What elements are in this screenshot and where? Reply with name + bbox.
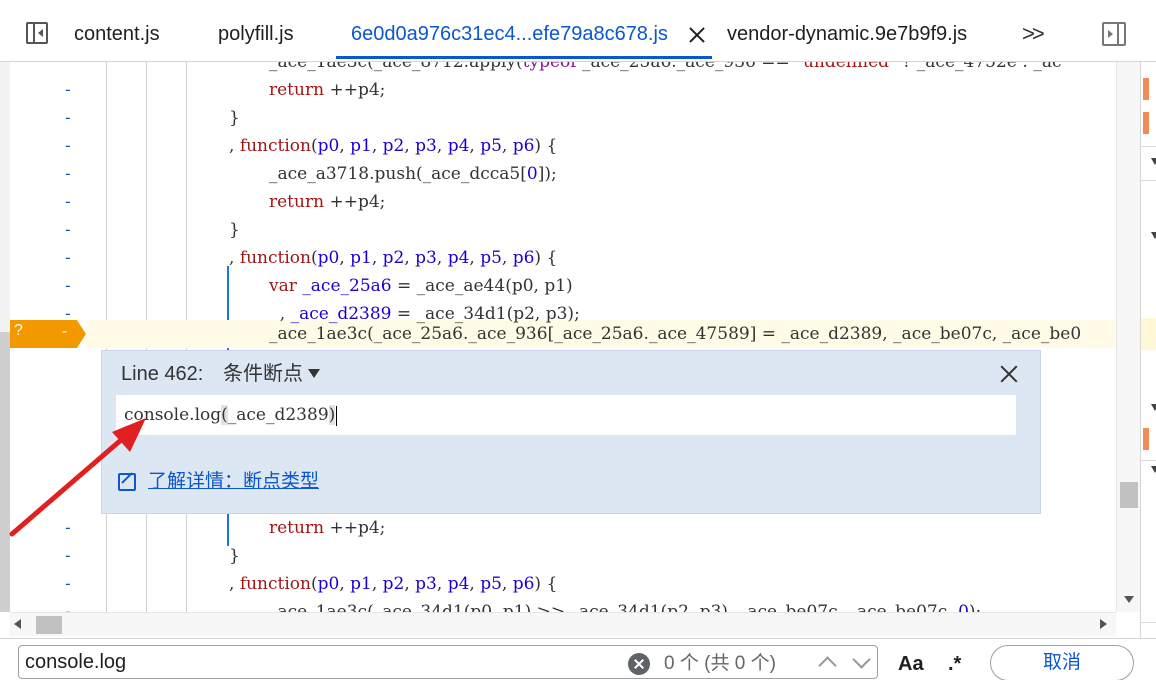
active-tab-indicator [336,56,712,59]
search-bar: 0 个 (共 0 个) Aa .* 取消 [0,638,1156,680]
navigator-toggle-icon[interactable] [26,22,48,44]
breakpoint-type-select[interactable]: 条件断点 [223,361,303,387]
line-gutter-marker[interactable]: - [63,216,73,244]
code-line[interactable]: - return ++p4; [0,76,1116,104]
code-line[interactable]: -} [0,104,1116,132]
expand-arrow-icon[interactable] [1151,466,1156,473]
code-line[interactable]: - , function(p0, p1, p2, p3, p4, p5, p6) … [0,570,1116,598]
line-gutter-marker[interactable]: - [63,160,73,188]
tab-active-bundle-js[interactable]: 6e0d0a976c31ec4...efe79a8c678.js [351,20,668,48]
match-case-toggle[interactable]: Aa [898,650,924,678]
line-gutter-marker[interactable]: - [63,76,73,104]
tab-content-js[interactable]: content.js [74,20,160,48]
breakpoint-condition-input[interactable]: console.log(_ace_d2389) [116,395,1016,435]
cancel-search-button[interactable]: 取消 [990,645,1134,680]
line-gutter-marker[interactable]: - [63,598,73,612]
line-gutter-marker[interactable]: - [63,104,73,132]
more-tabs-icon[interactable]: >> [1022,20,1045,48]
line-gutter-marker[interactable]: - [63,132,73,160]
conditional-breakpoint-marker[interactable]: ? - [10,320,86,348]
debugger-panel-toggle-icon[interactable] [1102,22,1126,46]
code-text: _ace_1ae3c(_ace_8712.apply(typeof _ace_2… [269,62,1062,72]
panel-marker [1143,78,1149,100]
code-text: , function(p0, p1, p2, p3, p4, p5, p6) { [229,136,558,156]
code-text: } [229,220,240,240]
code-text: return ++p4; [269,518,386,538]
code-line[interactable]: _ace_1ae3c(_ace_8712.apply(typeof _ace_2… [0,62,1116,76]
code-text: _ace_1ae3c(_ace_25a6._ace_936[_ace_25a6.… [269,324,1082,344]
code-line[interactable]: - _ace_1ae3c(_ace_34d1(p0, p1) >> _ace_34… [0,598,1116,612]
code-text: _ace_a3718.push(_ace_dcca5[0]); [269,164,557,184]
code-text: var _ace_25a6 = _ace_ae44(p0, p1) [269,276,573,296]
line-gutter-marker[interactable]: - [63,570,73,598]
breakpoint-question-icon: ? [14,322,23,339]
code-text: return ++p4; [269,80,386,100]
vertical-scrollbar[interactable] [1116,62,1140,612]
previous-match-icon[interactable] [814,651,842,677]
breakpoint-editor: Line 462: 条件断点 console.log(_ace_d2389) 了… [101,350,1041,514]
close-tab-icon[interactable] [686,24,708,46]
code-text: _ace_1ae3c(_ace_34d1(p0, p1) >> _ace_34d… [269,602,982,612]
panel-highlight [1141,318,1156,350]
line-gutter-marker[interactable]: - [63,188,73,216]
code-line[interactable]: - return ++p4; [0,188,1116,216]
scroll-right-arrow-icon[interactable] [1100,619,1107,629]
expand-arrow-icon[interactable] [1151,232,1156,239]
clear-search-icon[interactable] [628,653,650,675]
horizontal-scrollbar[interactable] [10,612,1116,636]
scroll-down-arrow-icon[interactable] [1124,596,1134,603]
search-match-count: 0 个 (共 0 个) [664,653,776,674]
code-text: return ++p4; [269,192,386,212]
scroll-left-arrow-icon[interactable] [14,619,21,629]
breakpoint-line-label: Line 462: [121,363,204,385]
line-gutter-marker[interactable]: - [63,244,73,272]
horizontal-scroll-thumb[interactable] [36,616,62,634]
code-text: } [229,546,240,566]
code-text: } [229,108,240,128]
panel-marker [1143,112,1149,134]
code-line[interactable]: - , function(p0, p1, p2, p3, p4, p5, p6) … [0,132,1116,160]
debugger-side-panel [1140,62,1156,638]
tab-polyfill-js[interactable]: polyfill.js [218,20,294,48]
code-line[interactable]: - var _ace_25a6 = _ace_ae44(p0, p1) [0,272,1116,300]
vertical-scroll-thumb[interactable] [1120,482,1138,508]
text-caret [336,405,338,426]
code-line[interactable]: - _ace_a3718.push(_ace_dcca5[0]); [0,160,1116,188]
panel-marker [1143,428,1149,450]
tab-vendor-dynamic-js[interactable]: vendor-dynamic.9e7b9f9.js [727,20,967,48]
code-text: , function(p0, p1, p2, p3, p4, p5, p6) { [229,574,558,594]
editor-tab-bar: content.js polyfill.js 6e0d0a976c31ec4..… [0,0,1156,62]
dropdown-arrow-icon[interactable] [308,369,320,378]
expand-arrow-icon[interactable] [1151,158,1156,165]
code-line[interactable]: _ace_1ae3c(_ace_25a6._ace_936[_ace_25a6.… [0,320,1116,348]
next-match-icon[interactable] [848,651,876,677]
code-line[interactable]: - , function(p0, p1, p2, p3, p4, p5, p6) … [0,244,1116,272]
expand-arrow-icon[interactable] [1151,404,1156,411]
code-line[interactable]: -} [0,216,1116,244]
line-gutter-marker[interactable]: - [63,272,73,300]
annotation-arrow-icon [9,418,146,537]
close-breakpoint-editor-icon[interactable] [998,363,1020,385]
code-text: , function(p0, p1, p2, p3, p4, p5, p6) { [229,248,558,268]
regex-toggle[interactable]: .* [948,650,961,678]
